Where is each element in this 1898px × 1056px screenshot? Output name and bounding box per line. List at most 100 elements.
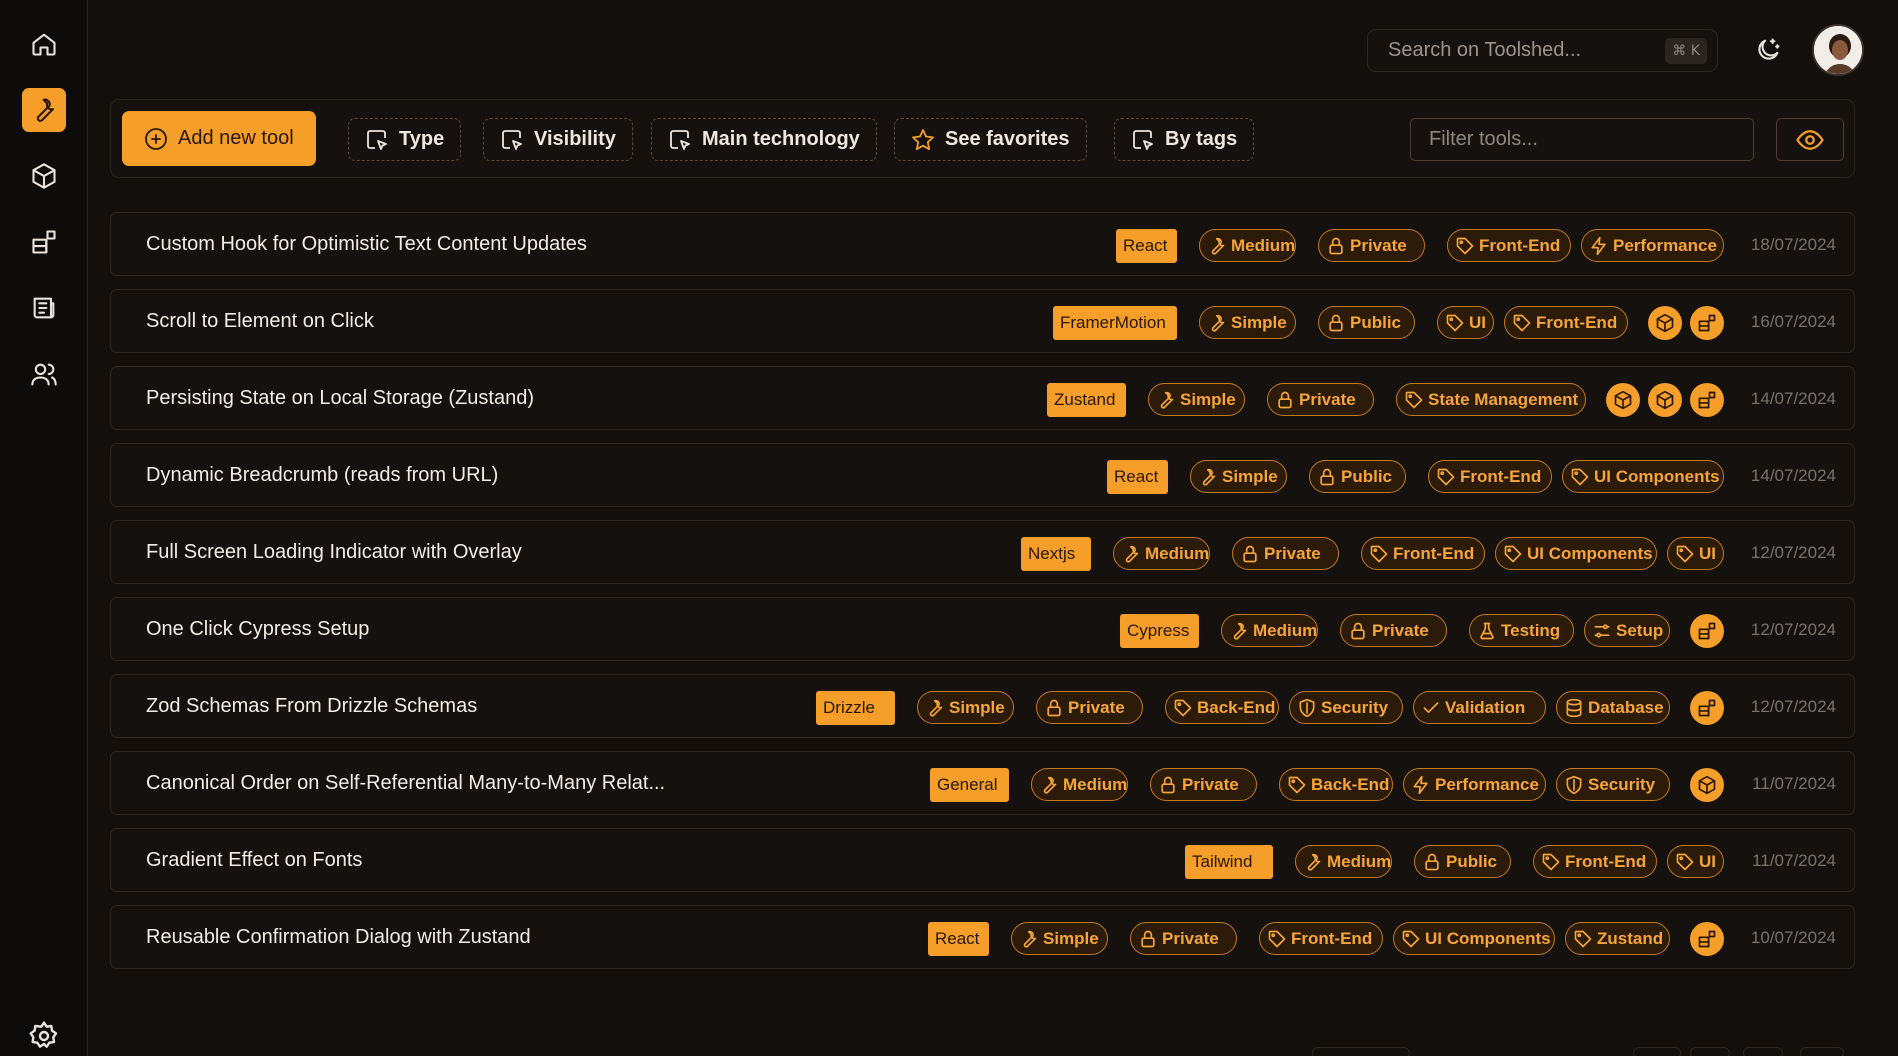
tool-title[interactable]: Persisting State on Local Storage (Zusta… xyxy=(146,387,534,410)
related-blocks-badge[interactable] xyxy=(1690,691,1724,725)
tag-chip[interactable]: Front-End xyxy=(1504,306,1628,339)
tag-chip[interactable]: Database xyxy=(1556,691,1670,724)
related-blocks-badge[interactable] xyxy=(1690,922,1724,956)
tag-icon xyxy=(1504,545,1522,562)
related-blocks-badge[interactable] xyxy=(1690,614,1724,648)
tool-row[interactable]: Full Screen Loading Indicator with Overl… xyxy=(110,520,1855,584)
tag-chip[interactable]: Zustand xyxy=(1565,922,1670,955)
tag-chip[interactable]: Front-End xyxy=(1259,922,1383,955)
sidebar-item-components[interactable] xyxy=(22,220,66,264)
view-toggle-button[interactable] xyxy=(1776,118,1844,161)
tag-chip[interactable]: Security xyxy=(1289,691,1403,724)
theme-toggle-button[interactable] xyxy=(1748,30,1788,70)
tag-chip[interactable]: Setup xyxy=(1584,614,1670,647)
visibility-chip: Private xyxy=(1267,383,1374,416)
tag-chip[interactable]: UI Components xyxy=(1562,460,1724,493)
tool-row[interactable]: Gradient Effect on Fonts UI Front-End Publi… xyxy=(110,828,1855,892)
tag-chip[interactable]: Testing xyxy=(1469,614,1574,647)
tool-row[interactable]: Dynamic Breadcrumb (reads from URL) UI Co… xyxy=(110,443,1855,507)
tool-title[interactable]: Gradient Effect on Fonts xyxy=(146,849,362,872)
tag-chip[interactable]: Performance xyxy=(1403,768,1546,801)
tag-label: Front-End xyxy=(1291,928,1373,948)
tag-label: Zustand xyxy=(1597,928,1664,948)
related-blocks-badge[interactable] xyxy=(1690,383,1724,417)
sidebar-item-packages[interactable] xyxy=(22,154,66,198)
pagination-button[interactable] xyxy=(1690,1047,1730,1056)
tool-title[interactable]: Custom Hook for Optimistic Text Content … xyxy=(146,233,587,256)
blocks-icon xyxy=(1698,930,1716,948)
type-filter-button[interactable]: Type xyxy=(348,118,462,161)
tag-chip[interactable]: Security xyxy=(1556,768,1670,801)
tool-row[interactable]: Persisting State on Local Storage (Zusta… xyxy=(110,366,1855,430)
tag-chip[interactable]: UI xyxy=(1667,845,1724,878)
technology-badge: Nextjs xyxy=(1021,537,1091,571)
tool-title[interactable]: Dynamic Breadcrumb (reads from URL) xyxy=(146,464,498,487)
tool-row[interactable]: Canonical Order on Self-Referential Many… xyxy=(110,751,1855,815)
tool-date: 16/07/2024 xyxy=(1750,312,1836,331)
sidebar-item-news[interactable] xyxy=(22,286,66,330)
tag-chip[interactable]: Front-End xyxy=(1447,229,1571,262)
tag-label: Front-End xyxy=(1393,543,1475,563)
tool-title[interactable]: Zod Schemas From Drizzle Schemas xyxy=(146,695,477,718)
sidebar-item-tools[interactable] xyxy=(22,88,66,132)
tag-chip[interactable]: Front-End xyxy=(1428,460,1552,493)
cursor-icon xyxy=(502,129,522,150)
related-box-badge[interactable] xyxy=(1648,383,1682,417)
related-blocks-badge[interactable] xyxy=(1690,306,1724,340)
tool-title[interactable]: Reusable Confirmation Dialog with Zustan… xyxy=(146,926,531,949)
avatar[interactable] xyxy=(1812,24,1864,76)
star-icon xyxy=(912,128,934,150)
tag-icon xyxy=(1174,699,1192,716)
pagination-button[interactable] xyxy=(1633,1047,1681,1056)
tag-chip[interactable]: Back-End xyxy=(1279,768,1393,801)
tool-row[interactable]: Scroll to Element on Click Front-End UI Pub… xyxy=(110,289,1855,353)
tool-title[interactable]: Scroll to Element on Click xyxy=(146,310,374,333)
sidebar-item-users[interactable] xyxy=(22,352,66,396)
level-chip: Simple xyxy=(1011,922,1108,955)
tag-label: Performance xyxy=(1613,235,1717,255)
tool-row[interactable]: Custom Hook for Optimistic Text Content … xyxy=(110,212,1855,276)
visibility-filter-button[interactable]: Visibility xyxy=(483,118,633,161)
tool-title[interactable]: Full Screen Loading Indicator with Overl… xyxy=(146,541,522,564)
related-box-badge[interactable] xyxy=(1648,306,1682,340)
tag-chip[interactable]: Validation xyxy=(1413,691,1546,724)
tool-title[interactable]: One Click Cypress Setup xyxy=(146,618,369,641)
related-box-badge[interactable] xyxy=(1690,768,1724,802)
favorites-button[interactable]: See favorites xyxy=(894,118,1087,161)
related-box-badge[interactable] xyxy=(1606,383,1640,417)
tool-row[interactable]: One Click Cypress Setup Setup Testing Priva… xyxy=(110,597,1855,661)
blocks-icon xyxy=(1698,622,1716,640)
tag-chip[interactable]: Front-End xyxy=(1533,845,1657,878)
level-chip: Simple xyxy=(1199,306,1296,339)
level-label: Simple xyxy=(1222,466,1278,486)
tag-label: Validation xyxy=(1445,697,1526,717)
technology-filter-label: Main technology xyxy=(702,128,860,150)
gear-icon[interactable] xyxy=(28,1020,60,1052)
tool-title[interactable]: Canonical Order on Self-Referential Many… xyxy=(146,772,665,795)
add-tool-button[interactable]: Add new tool xyxy=(122,111,316,166)
tag-chip[interactable]: UI Components xyxy=(1393,922,1555,955)
tag-chip[interactable]: Back-End xyxy=(1165,691,1279,724)
tag-chip[interactable]: Performance xyxy=(1581,229,1724,262)
tag-chip[interactable]: UI xyxy=(1437,306,1494,339)
tags-filter-button[interactable]: By tags xyxy=(1114,118,1255,161)
level-label: Simple xyxy=(1043,928,1099,948)
box-icon xyxy=(32,163,56,189)
tag-chip[interactable]: State Management xyxy=(1396,383,1586,416)
level-label: Medium xyxy=(1063,774,1128,794)
tool-row[interactable]: Reusable Confirmation Dialog with Zustan… xyxy=(110,905,1855,969)
pagination-button[interactable] xyxy=(1743,1047,1783,1056)
tag-chip[interactable]: UI Components xyxy=(1495,537,1657,570)
search-input[interactable]: Search on Toolshed... ⌘ K xyxy=(1367,29,1718,72)
tag-icon xyxy=(1437,468,1455,485)
tag-chip[interactable]: UI xyxy=(1667,537,1724,570)
technology-filter-button[interactable]: Main technology xyxy=(651,118,877,161)
cursor-icon xyxy=(367,129,387,150)
tag-label: Database xyxy=(1588,697,1664,717)
tool-row[interactable]: Zod Schemas From Drizzle Schemas Database… xyxy=(110,674,1855,738)
tag-chip[interactable]: Front-End xyxy=(1361,537,1485,570)
pagination-button[interactable] xyxy=(1800,1047,1844,1056)
lock-icon xyxy=(1243,545,1257,562)
sidebar-item-home[interactable] xyxy=(22,22,66,66)
filter-tools-input[interactable]: Filter tools... xyxy=(1410,118,1754,161)
